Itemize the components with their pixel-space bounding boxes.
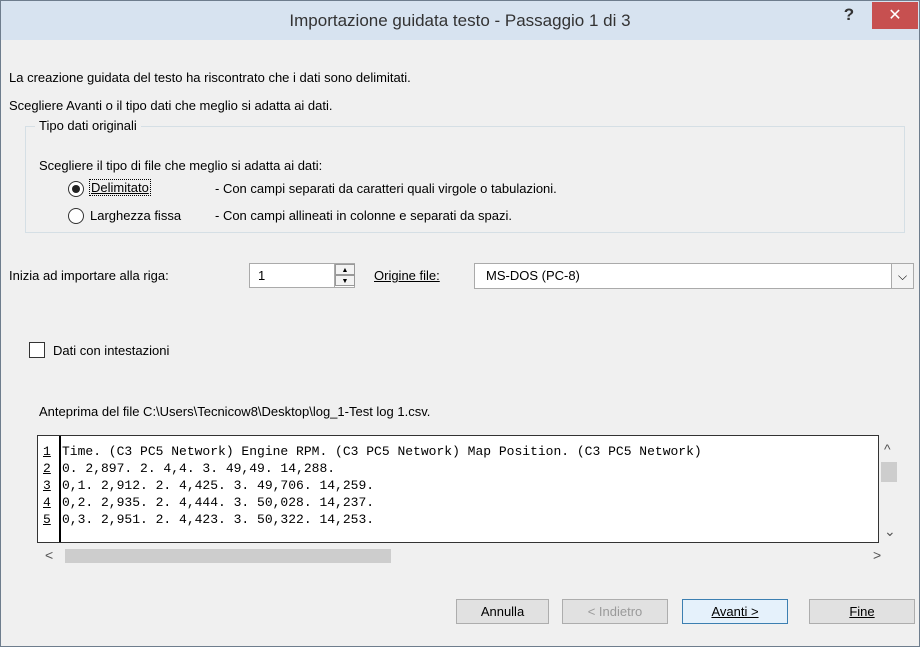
preview-row-text: 0,1. 2,912. 2. 4,425. 3. 49,706. 14,259.: [62, 478, 375, 493]
preview-row-number: 5: [43, 512, 51, 527]
file-preview[interactable]: 1 Time. (C3 PC5 Network) Engine RPM. (C3…: [37, 435, 879, 543]
origin-value: MS-DOS (PC-8): [486, 268, 580, 283]
radio-selected-dot: [72, 185, 80, 193]
headers-checkbox-label[interactable]: Dati con intestazioni: [53, 343, 169, 358]
row-number-separator: [59, 436, 61, 542]
import-wizard-dialog: Importazione guidata testo - Passaggio 1…: [0, 0, 920, 647]
next-button-label: Avanti >: [711, 604, 759, 619]
start-row-spinner[interactable]: ▲ ▼: [334, 264, 355, 287]
title-bar[interactable]: Importazione guidata testo - Passaggio 1…: [1, 1, 919, 40]
preview-row-text: 0. 2,897. 2. 4,4. 3. 49,49. 14,288.: [62, 461, 336, 476]
scroll-left-icon[interactable]: <: [45, 547, 53, 563]
chevron-down-icon[interactable]: ⌵: [891, 264, 913, 288]
option-delimited-label[interactable]: Delimitato: [89, 179, 151, 196]
cancel-button[interactable]: Annulla: [456, 599, 549, 624]
spin-down-icon[interactable]: ▼: [335, 275, 355, 286]
preview-horizontal-scrollbar[interactable]: < >: [37, 546, 899, 566]
preview-row-number: 2: [43, 461, 51, 476]
option-fixed-width-description: - Con campi allineati in colonne e separ…: [215, 208, 513, 223]
preview-row-number: 1: [43, 444, 51, 459]
radio-delimited[interactable]: [68, 181, 84, 197]
headers-checkbox[interactable]: [29, 342, 45, 358]
origin-label: Origine file:: [374, 268, 440, 283]
horizontal-scroll-thumb[interactable]: [65, 549, 391, 563]
preview-row-text: 0,2. 2,935. 2. 4,444. 3. 50,028. 14,237.: [62, 495, 375, 510]
preview-row-text: 0,3. 2,951. 2. 4,423. 3. 50,322. 14,253.: [62, 512, 375, 527]
start-row-label: Inizia ad importare alla riga:: [9, 268, 169, 283]
option-fixed-width-label[interactable]: Larghezza fissa: [90, 208, 181, 223]
finish-button[interactable]: Fine: [809, 599, 915, 624]
scroll-down-icon[interactable]: ⌄: [884, 523, 896, 540]
preview-row-number: 3: [43, 478, 51, 493]
scroll-right-icon[interactable]: >: [873, 547, 881, 563]
help-icon[interactable]: ?: [839, 5, 859, 27]
spin-up-icon[interactable]: ▲: [335, 264, 355, 275]
back-button[interactable]: < Indietro: [562, 599, 668, 624]
preview-vertical-scrollbar[interactable]: ^ ⌄: [879, 435, 899, 543]
preview-caption: Anteprima del file C:\Users\Tecnicow8\De…: [39, 404, 431, 419]
option-delimited-description: - Con campi separati da caratteri quali …: [215, 181, 557, 196]
intro-line-2: Scegliere Avanti o il tipo dati che megl…: [9, 98, 333, 113]
origin-select[interactable]: MS-DOS (PC-8): [474, 263, 914, 289]
start-row-value: 1: [258, 268, 266, 283]
radio-fixed-width[interactable]: [68, 208, 84, 224]
preview-row-number: 4: [43, 495, 51, 510]
finish-button-label: Fine: [849, 604, 875, 619]
group-prompt: Scegliere il tipo di file che meglio si …: [39, 158, 323, 173]
preview-row-text: Time. (C3 PC5 Network) Engine RPM. (C3 P…: [62, 444, 702, 459]
group-title: Tipo dati originali: [35, 118, 141, 133]
option-delimited-text: Delimitato: [89, 179, 151, 196]
close-icon[interactable]: ✕: [872, 2, 918, 29]
scroll-up-icon[interactable]: ^: [884, 441, 891, 457]
intro-line-1: La creazione guidata del testo ha riscon…: [9, 70, 411, 85]
window-title: Importazione guidata testo - Passaggio 1…: [289, 11, 631, 30]
next-button[interactable]: Avanti >: [682, 599, 788, 624]
vertical-scroll-thumb[interactable]: [881, 462, 897, 482]
